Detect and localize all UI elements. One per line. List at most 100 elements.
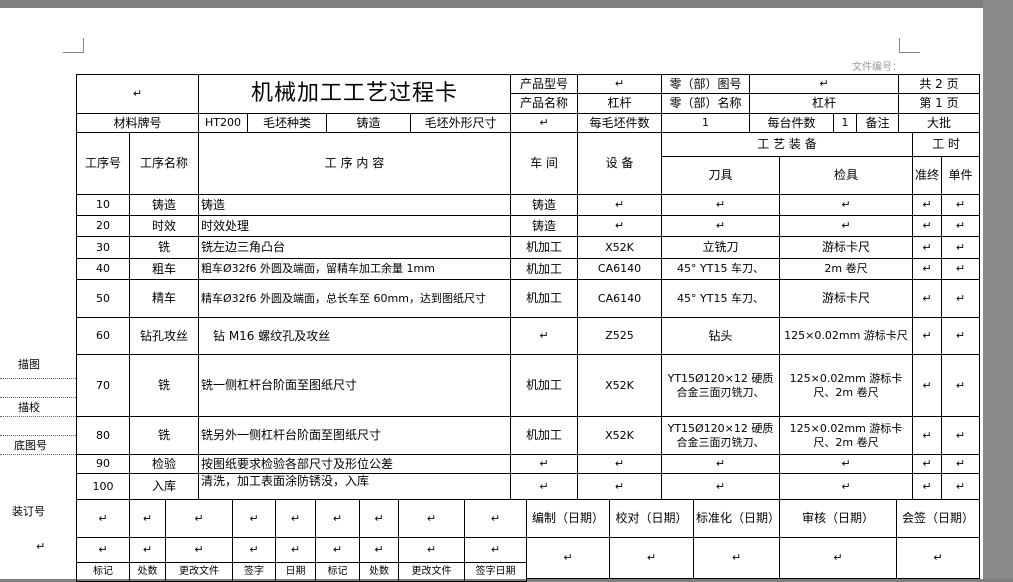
change-cell: ↵ xyxy=(464,499,527,538)
bottom-label: 标记 xyxy=(76,562,130,582)
op-content: 钻 M16 螺纹孔及攻丝 xyxy=(198,317,511,355)
side-label-base-drawing: 底图号 xyxy=(14,439,47,452)
margin-corner-mark xyxy=(63,38,84,53)
change-cell: ↵ xyxy=(398,499,465,538)
op-workshop: 机加工 xyxy=(510,279,578,318)
total-pages: 共 2 页 xyxy=(898,74,980,94)
part-drawing-value: ↵ xyxy=(749,74,899,94)
op-no: 40 xyxy=(76,258,130,280)
op-no: 100 xyxy=(76,473,130,500)
op-gauge: 125×0.02mm 游标卡尺、2m 卷尺 xyxy=(779,354,913,417)
side-label-draw: 描图 xyxy=(18,358,40,371)
bottom-label: 处数 xyxy=(129,562,166,582)
op-cutter: 立铣刀 xyxy=(661,236,780,259)
col-gauge: 检具 xyxy=(779,156,913,195)
material-label: 材料牌号 xyxy=(76,113,199,133)
change-cell: ↵ xyxy=(359,499,399,538)
op-content: 铸造 xyxy=(198,194,511,216)
bottom-label: 日期 xyxy=(275,562,316,582)
op-name: 铸造 xyxy=(129,194,199,216)
op-unit: ↵ xyxy=(941,194,980,216)
part-name-label: 零（部）名称 xyxy=(661,93,750,114)
op-prep: ↵ xyxy=(912,194,942,216)
signoff-value: ↵ xyxy=(609,537,694,579)
op-unit: ↵ xyxy=(941,454,980,474)
side-label-binding: 装订号 xyxy=(12,505,45,518)
col-unit: 单件 xyxy=(941,156,980,195)
per-unit-value: 1 xyxy=(833,113,857,133)
op-content: 铣左边三角凸台 xyxy=(198,236,511,259)
vertical-scrollbar[interactable] xyxy=(983,0,1013,579)
op-gauge: ↵ xyxy=(779,194,913,216)
blank-size-value: ↵ xyxy=(510,113,578,133)
op-cutter: YT15Ø120×12 硬质合金三面刃铣刀、 xyxy=(661,354,780,417)
op-workshop: 机加工 xyxy=(510,416,578,455)
change-cell: ↵ xyxy=(275,499,316,538)
op-prep: ↵ xyxy=(912,215,942,237)
op-equipment: Z525 xyxy=(577,317,662,355)
op-name: 铣 xyxy=(129,354,199,417)
signoff-value: ↵ xyxy=(896,537,980,579)
op-no: 10 xyxy=(76,194,130,216)
col-op-name: 工序名称 xyxy=(129,132,199,195)
op-workshop: 机加工 xyxy=(510,258,578,280)
product-name-value: 杠杆 xyxy=(577,93,662,114)
op-cutter: ↵ xyxy=(661,454,780,474)
bottom-label: 更改文件 xyxy=(165,562,233,582)
change-cell: ↵ xyxy=(398,537,465,563)
blank-size-label: 毛坯外形尺寸 xyxy=(410,113,511,133)
change-cell: ↵ xyxy=(275,537,316,563)
op-content: 精车Ø32f6 外圆及端面，总长车至 60mm，达到图纸尺寸 xyxy=(198,279,511,318)
per-unit-label: 每台件数 xyxy=(749,113,834,133)
op-prep: ↵ xyxy=(912,317,942,355)
side-divider xyxy=(0,397,76,398)
change-cell: ↵ xyxy=(76,499,130,538)
op-content: 铣一侧杠杆台阶面至图纸尺寸 xyxy=(198,354,511,417)
op-unit: ↵ xyxy=(941,317,980,355)
op-name: 入库 xyxy=(129,473,199,500)
bottom-label: 处数 xyxy=(359,562,399,582)
side-divider xyxy=(0,416,76,417)
change-cell: ↵ xyxy=(129,537,166,563)
blank-cell: ↵ xyxy=(76,74,199,114)
op-unit: ↵ xyxy=(941,236,980,259)
op-cutter: 45° YT15 车刀、 xyxy=(661,279,780,318)
blanks-per-label: 每毛坯件数 xyxy=(577,113,662,133)
product-model-value: ↵ xyxy=(577,74,662,94)
op-cutter: 钻头 xyxy=(661,317,780,355)
op-prep: ↵ xyxy=(912,279,942,318)
op-no: 20 xyxy=(76,215,130,237)
op-gauge: 游标卡尺 xyxy=(779,279,913,318)
op-cutter: ↵ xyxy=(661,215,780,237)
op-unit: ↵ xyxy=(941,215,980,237)
note-value: 大批 xyxy=(898,113,980,133)
op-equipment: CA6140 xyxy=(577,258,662,280)
change-cell: ↵ xyxy=(129,499,166,538)
product-model-label: 产品型号 xyxy=(510,74,578,94)
col-op-no: 工序号 xyxy=(76,132,130,195)
signoff-proof: 校对（日期） xyxy=(609,499,694,538)
op-prep: ↵ xyxy=(912,354,942,417)
change-cell: ↵ xyxy=(464,537,527,563)
op-equipment: X52K xyxy=(577,236,662,259)
op-workshop: ↵ xyxy=(510,454,578,474)
op-workshop: ↵ xyxy=(510,317,578,355)
op-name: 精车 xyxy=(129,279,199,318)
margin-corner-mark xyxy=(899,38,920,53)
op-unit: ↵ xyxy=(941,473,980,500)
op-no: 30 xyxy=(76,236,130,259)
signoff-standard: 标准化（日期） xyxy=(693,499,780,538)
signoff-countersign: 会签（日期） xyxy=(896,499,980,538)
op-content: 清洗，加工表面涂防锈没，入库 xyxy=(198,473,511,500)
signoff-review: 审核（日期） xyxy=(779,499,897,538)
side-divider xyxy=(0,378,76,379)
blank-type-label: 毛坯种类 xyxy=(247,113,327,133)
op-equipment: CA6140 xyxy=(577,279,662,318)
op-equipment: X52K xyxy=(577,416,662,455)
op-prep: ↵ xyxy=(912,416,942,455)
signoff-value: ↵ xyxy=(693,537,780,579)
op-cutter: YT15Ø120×12 硬质合金三面刃铣刀、 xyxy=(661,416,780,455)
op-name: 时效 xyxy=(129,215,199,237)
op-equipment: ↵ xyxy=(577,194,662,216)
change-cell: ↵ xyxy=(232,499,276,538)
